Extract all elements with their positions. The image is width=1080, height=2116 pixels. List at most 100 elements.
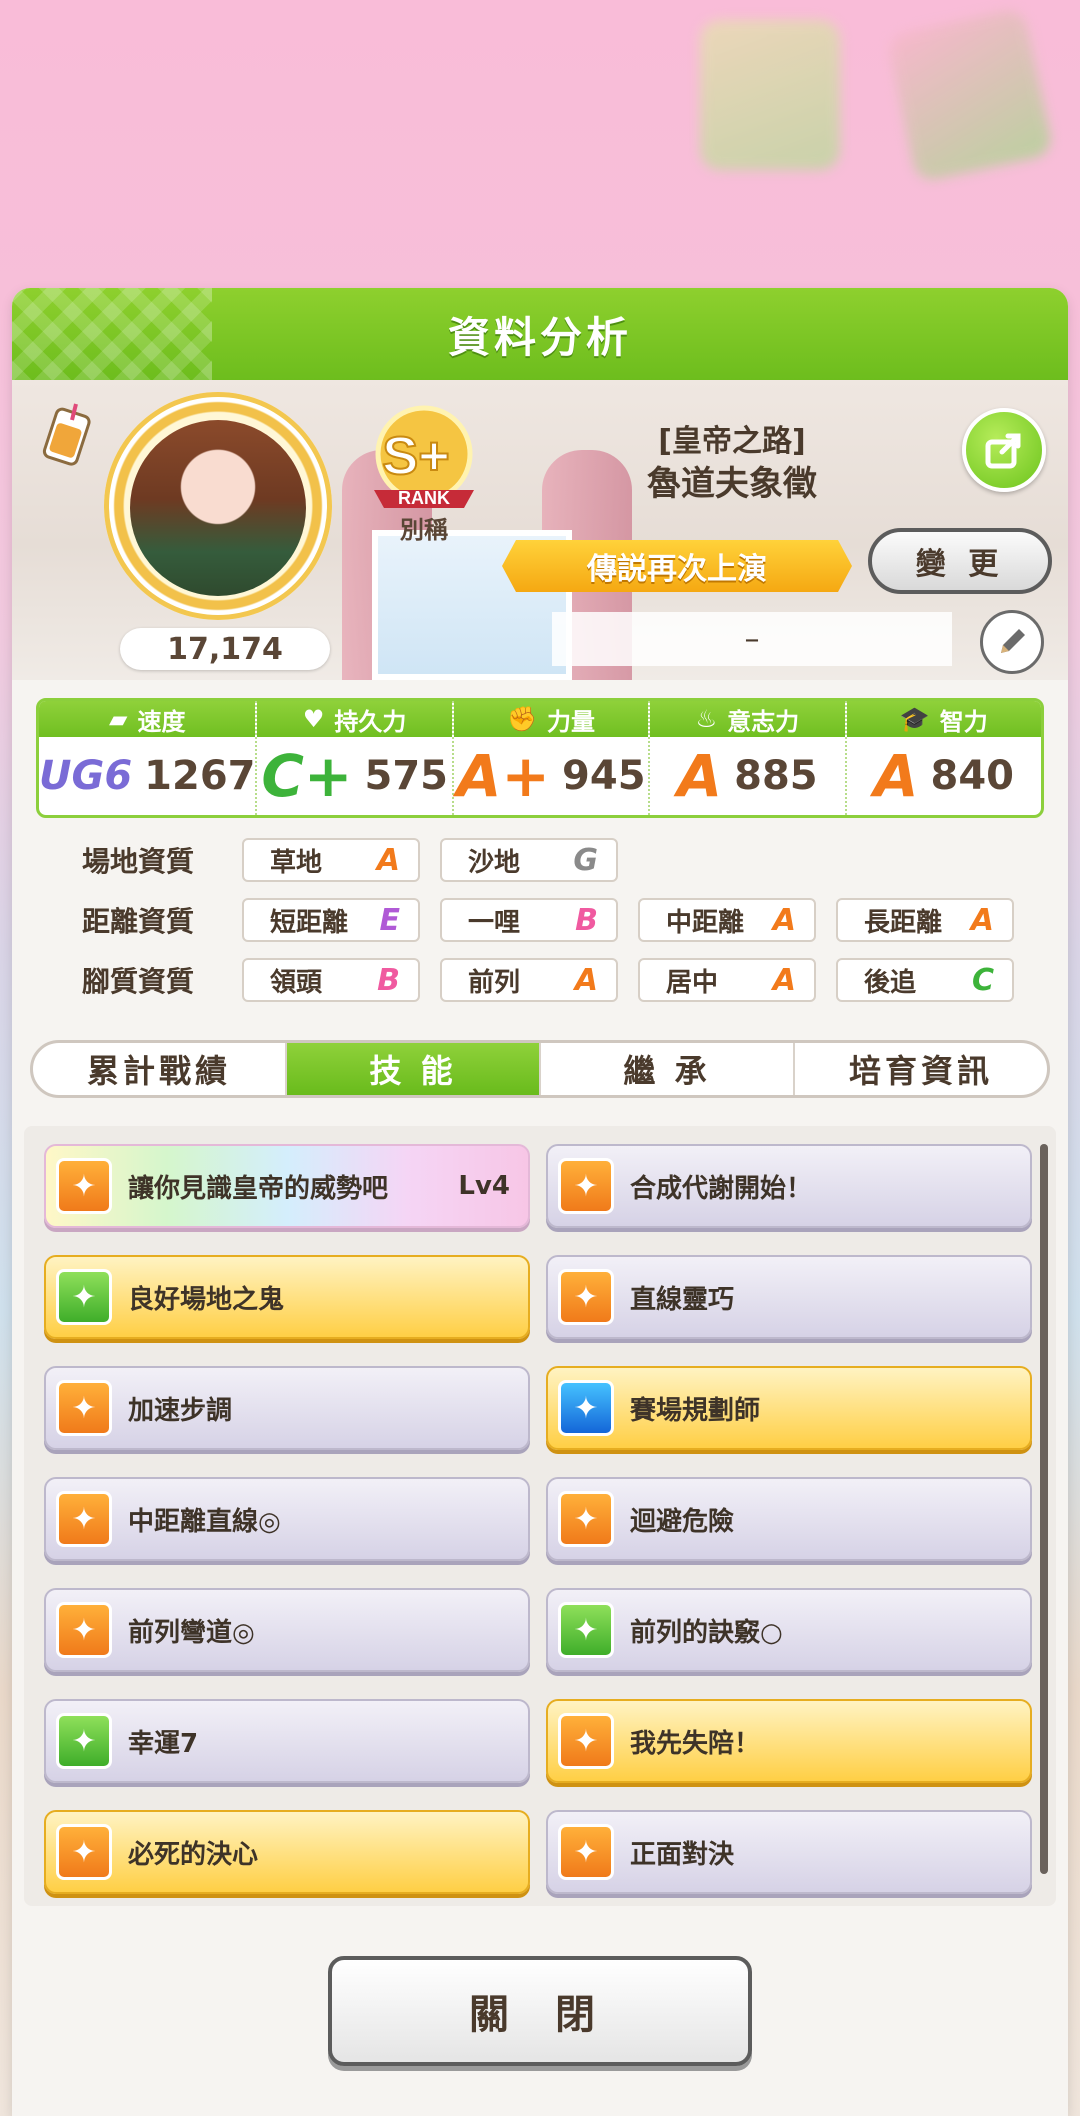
skill-item[interactable]: ✦ 我先失陪！ bbox=[546, 1699, 1032, 1783]
stat-wisdom: 🎓 智力 A 840 bbox=[846, 701, 1041, 815]
skill-icon: ✦ bbox=[56, 1491, 112, 1547]
stat-value: 945 bbox=[562, 753, 646, 799]
drink-cup-icon[interactable] bbox=[38, 400, 98, 470]
stat-value: 885 bbox=[734, 753, 818, 799]
skill-item[interactable]: ✦ 讓你見識皇帝的威勢吧 Lv4 bbox=[44, 1144, 530, 1228]
stat-value: 575 bbox=[364, 753, 449, 799]
skill-item[interactable]: ✦ 迴避危險 bbox=[546, 1477, 1032, 1561]
edit-memo-button[interactable] bbox=[980, 610, 1044, 674]
aptitude-cell: 後追 C bbox=[836, 958, 1014, 1002]
skill-name: 前列彎道◎ bbox=[128, 1617, 255, 1648]
background-decoration bbox=[700, 20, 840, 170]
aptitude-cell: 短距離 E bbox=[242, 898, 420, 942]
aptitude-cell: 一哩 B bbox=[440, 898, 618, 942]
aptitude-row-track: 場地資質 草地 A 沙地 G bbox=[52, 838, 1052, 882]
stat-power: ✊ 力量 A+ 945 bbox=[453, 701, 651, 815]
skill-item[interactable]: ✦ 直線靈巧 bbox=[546, 1255, 1032, 1339]
stat-grade: UG6 bbox=[39, 753, 133, 799]
stat-grade: C+ bbox=[261, 742, 353, 810]
skill-item[interactable]: ✦ 中距離直線◎ bbox=[44, 1477, 530, 1561]
stat-label: 速度 bbox=[137, 707, 186, 736]
skill-icon: ✦ bbox=[558, 1824, 614, 1880]
skill-icon: ✦ bbox=[558, 1158, 614, 1214]
skill-level: Lv4 bbox=[458, 1171, 510, 1201]
horse-name: 魯道夫象徵 bbox=[647, 464, 817, 504]
skill-icon: ✦ bbox=[56, 1380, 112, 1436]
share-button[interactable] bbox=[962, 408, 1046, 492]
stat-value: 1267 bbox=[144, 753, 256, 799]
score-value: 17,174 bbox=[120, 628, 330, 670]
skill-item[interactable]: ✦ 必死的決心 bbox=[44, 1810, 530, 1894]
scrollbar-thumb[interactable] bbox=[1040, 1144, 1048, 1874]
aptitude-label: 場地資質 bbox=[82, 845, 195, 878]
aptitude-cell: 草地 A bbox=[242, 838, 420, 882]
stat-grade: A+ bbox=[456, 742, 551, 810]
epithet-label: [皇帝之路] bbox=[658, 424, 806, 459]
skill-name: 前列的訣竅○ bbox=[630, 1617, 783, 1648]
skill-icon: ✦ bbox=[56, 1713, 112, 1769]
stat-grade: A bbox=[677, 742, 723, 810]
skill-name: 讓你見識皇帝的威勢吧 bbox=[128, 1173, 389, 1204]
scrollbar[interactable] bbox=[1040, 1144, 1048, 1874]
stat-header: ✊ 力量 bbox=[453, 701, 649, 737]
close-button[interactable]: 關 閉 bbox=[328, 1956, 752, 2066]
avatar[interactable] bbox=[130, 420, 306, 596]
aptitude-cell: 長距離 A bbox=[836, 898, 1014, 942]
change-title-button[interactable]: 變 更 bbox=[868, 528, 1052, 594]
aptitude-cell: 前列 A bbox=[440, 958, 618, 1002]
aptitude-cell: 沙地 G bbox=[440, 838, 618, 882]
muscle-icon: ✊ bbox=[507, 705, 537, 733]
stat-header: ♥ 持久力 bbox=[257, 701, 452, 737]
skill-icon: ✦ bbox=[56, 1158, 112, 1214]
skill-name: 中距離直線◎ bbox=[128, 1506, 281, 1537]
heart-icon: ♥ bbox=[302, 705, 325, 733]
dialog-title: 資料分析 bbox=[447, 312, 632, 362]
skill-name: 正面對決 bbox=[630, 1839, 735, 1870]
shoe-icon: ▰ bbox=[109, 705, 128, 733]
stat-header: 🎓 智力 bbox=[846, 701, 1041, 737]
skill-item[interactable]: ✦ 幸運7 bbox=[44, 1699, 530, 1783]
skill-icon: ✦ bbox=[56, 1269, 112, 1325]
skills-list: ✦ 讓你見識皇帝的威勢吧 Lv4 ✦ 合成代謝開始！ ✦ 良好場地之鬼 ✦ 直線靈巧 ✦ 加速步調 ✦… bbox=[44, 1144, 1032, 1894]
background-decoration bbox=[885, 7, 1055, 183]
stat-value: 840 bbox=[930, 753, 1014, 799]
rank-grade: S+ bbox=[382, 426, 450, 486]
aptitude-label: 腳質資質 bbox=[82, 965, 195, 998]
stat-header: ▰ 速度 bbox=[39, 701, 256, 737]
aptitude-row-distance: 距離資質 短距離 E 一哩 B 中距離 A 長距離 A bbox=[52, 898, 1052, 942]
skill-name: 良好場地之鬼 bbox=[128, 1284, 285, 1315]
aptitude-row-style: 腳質資質 領頭 B 前列 A 居中 A 後追 C bbox=[52, 958, 1052, 1002]
stat-label: 持久力 bbox=[334, 707, 407, 736]
tab-race-record[interactable]: 累計戰績 bbox=[33, 1043, 287, 1095]
aptitude-label: 距離資質 bbox=[82, 905, 195, 938]
skill-icon: ✦ bbox=[558, 1602, 614, 1658]
skill-icon: ✦ bbox=[558, 1380, 614, 1436]
skill-item[interactable]: ✦ 前列彎道◎ bbox=[44, 1588, 530, 1672]
skill-item[interactable]: ✦ 賽場規劃師 bbox=[546, 1366, 1032, 1450]
stat-label: 智力 bbox=[939, 707, 988, 736]
skill-name: 我先失陪！ bbox=[630, 1728, 761, 1759]
skill-name: 賽場規劃師 bbox=[630, 1395, 761, 1426]
skill-name: 幸運7 bbox=[128, 1728, 199, 1759]
tab-inheritance[interactable]: 繼 承 bbox=[541, 1043, 795, 1095]
stat-stamina: ♥ 持久力 C+ 575 bbox=[257, 701, 454, 815]
skill-item[interactable]: ✦ 良好場地之鬼 bbox=[44, 1255, 530, 1339]
stat-label: 力量 bbox=[546, 707, 595, 736]
skill-item[interactable]: ✦ 合成代謝開始！ bbox=[546, 1144, 1032, 1228]
skills-panel: ✦ 讓你見識皇帝的威勢吧 Lv4 ✦ 合成代謝開始！ ✦ 良好場地之鬼 ✦ 直線靈巧 ✦ 加速步調 ✦… bbox=[24, 1126, 1056, 1906]
title-banner: 傳説再次上演 bbox=[502, 540, 852, 592]
tab-training-info[interactable]: 培育資訊 bbox=[795, 1043, 1047, 1095]
stat-header: ♨ 意志力 bbox=[650, 701, 845, 737]
memo-field: – bbox=[552, 612, 952, 666]
skill-icon: ✦ bbox=[558, 1491, 614, 1547]
skill-name: 合成代謝開始！ bbox=[630, 1173, 813, 1204]
skill-item[interactable]: ✦ 前列的訣竅○ bbox=[546, 1588, 1032, 1672]
data-analysis-dialog: 資料分析 17,174 S+ RANK 別稱 [皇帝之路] 魯道夫象徵 傳説再次… bbox=[12, 288, 1068, 2116]
aptitude-cell: 領頭 B bbox=[242, 958, 420, 1002]
skill-item[interactable]: ✦ 加速步調 bbox=[44, 1366, 530, 1450]
tab-skills[interactable]: 技 能 bbox=[287, 1043, 541, 1095]
aptitude-cell: 居中 A bbox=[638, 958, 816, 1002]
skill-icon: ✦ bbox=[558, 1269, 614, 1325]
skill-item[interactable]: ✦ 正面對決 bbox=[546, 1810, 1032, 1894]
skill-icon: ✦ bbox=[558, 1713, 614, 1769]
